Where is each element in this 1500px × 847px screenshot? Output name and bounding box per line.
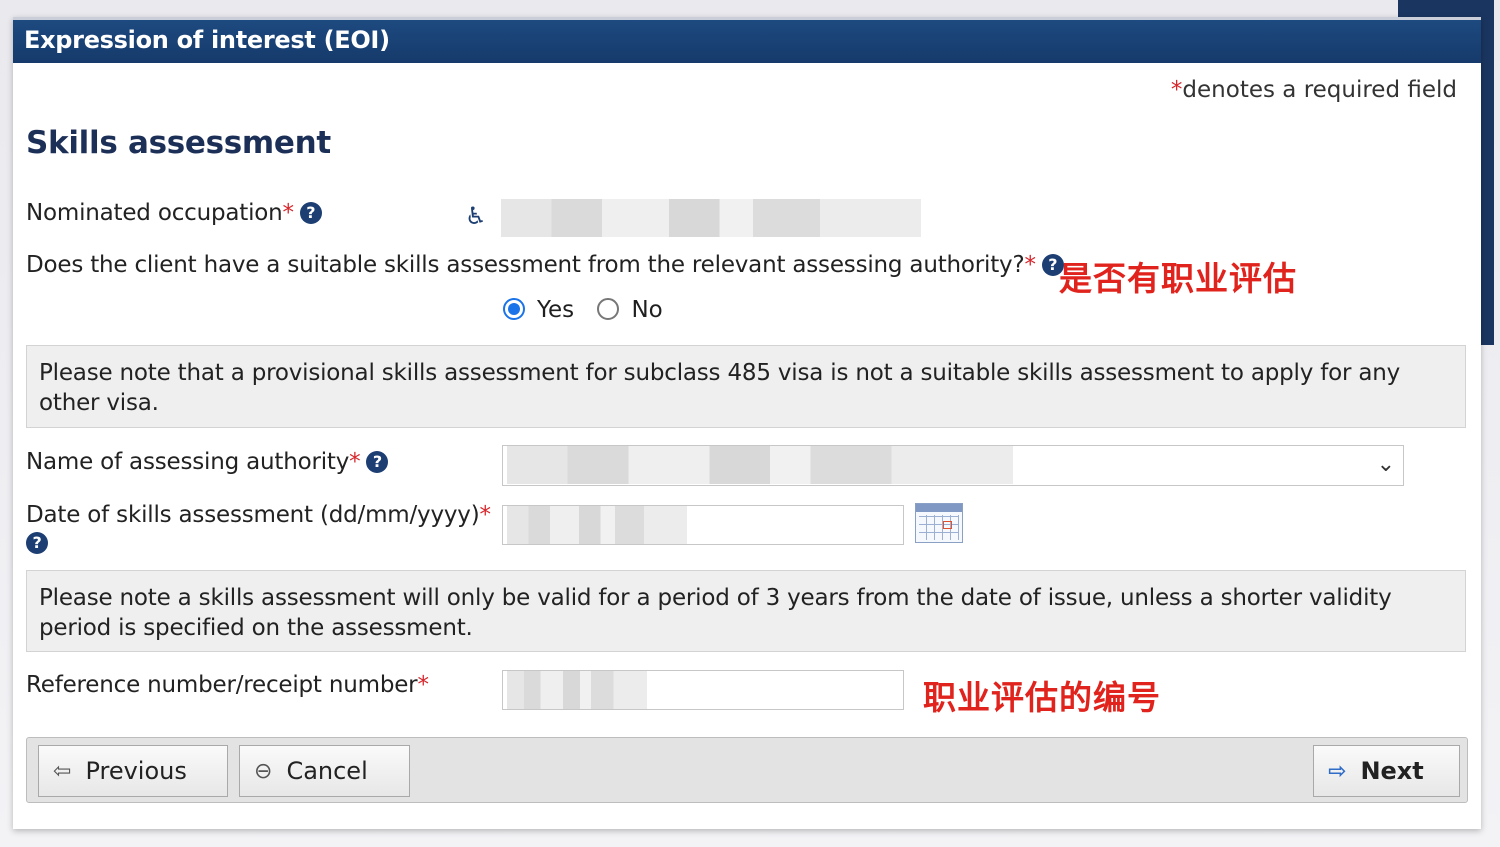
annotation-has-assessment: 是否有职业评估: [1059, 259, 1297, 298]
assessing-authority-label: Name of assessing authority*?: [26, 449, 389, 475]
radio-no[interactable]: [597, 298, 620, 320]
chevron-down-icon[interactable]: ⌄: [1377, 452, 1395, 477]
radio-no-label[interactable]: No: [631, 297, 662, 323]
previous-button-label: Previous: [85, 757, 187, 785]
assessment-date-value-redacted: [507, 506, 687, 544]
calendar-icon[interactable]: [915, 503, 963, 543]
reference-number-label: Reference number/receipt number*: [26, 672, 429, 698]
arrow-right-icon: ⇨: [1328, 758, 1347, 784]
assessment-date-input[interactable]: [502, 505, 904, 545]
minus-circle-icon: ⊖: [254, 758, 273, 784]
reference-number-text: Reference number/receipt number: [26, 672, 418, 698]
validity-note: Please note a skills assessment will onl…: [26, 570, 1466, 652]
section-title: Skills assessment: [26, 125, 331, 161]
assessment-date-text: Date of skills assessment (dd/mm/yyyy): [26, 502, 480, 528]
annotation-reference-number: 职业评估的编号: [923, 678, 1161, 717]
assessing-authority-select[interactable]: ⌄: [502, 445, 1404, 486]
suitable-assessment-text: Does the client have a suitable skills a…: [26, 252, 1025, 278]
required-star: *: [1170, 77, 1183, 103]
required-field-note: *denotes a required field: [1171, 77, 1457, 103]
required-note-text: denotes a required field: [1182, 77, 1457, 103]
required-star: *: [479, 502, 491, 528]
help-icon[interactable]: ?: [26, 532, 48, 554]
reference-number-input[interactable]: [502, 670, 904, 710]
previous-button[interactable]: ⇦ Previous: [38, 745, 228, 797]
nominated-occupation-label: Nominated occupation*?: [26, 200, 322, 226]
cancel-button-label: Cancel: [286, 757, 368, 785]
next-button[interactable]: ⇨ Next: [1313, 745, 1460, 797]
arrow-left-icon: ⇦: [53, 758, 72, 784]
required-star: *: [349, 449, 361, 475]
assessing-authority-value-redacted: [507, 446, 1013, 484]
nominated-occupation-value-redacted: [501, 199, 921, 237]
eoi-panel: Expression of interest (EOI) *denotes a …: [13, 17, 1481, 829]
window-title: Expression of interest (EOI): [24, 26, 390, 54]
required-star: *: [282, 200, 295, 226]
suitable-assessment-label: Does the client have a suitable skills a…: [26, 252, 1064, 278]
accessibility-icon: ♿: [465, 202, 487, 230]
provisional-note: Please note that a provisional skills as…: [26, 345, 1466, 428]
assessment-date-label: Date of skills assessment (dd/mm/yyyy)*?: [26, 501, 496, 557]
radio-yes[interactable]: [503, 298, 525, 320]
reference-number-value-redacted: [507, 671, 647, 709]
help-icon[interactable]: ?: [366, 451, 389, 473]
nominated-occupation-text: Nominated occupation: [26, 200, 283, 226]
button-bar: ⇦ Previous ⊖ Cancel ⇨ Next: [26, 737, 1468, 803]
title-bar: Expression of interest (EOI): [13, 17, 1481, 63]
required-star: *: [417, 672, 429, 698]
assessment-radio-group: Yes No: [503, 297, 679, 323]
radio-yes-label[interactable]: Yes: [537, 297, 574, 323]
help-icon[interactable]: ?: [299, 202, 322, 224]
required-star: *: [1024, 252, 1036, 278]
assessing-authority-text: Name of assessing authority: [26, 449, 350, 475]
next-button-label: Next: [1360, 757, 1424, 785]
cancel-button[interactable]: ⊖ Cancel: [239, 745, 410, 797]
